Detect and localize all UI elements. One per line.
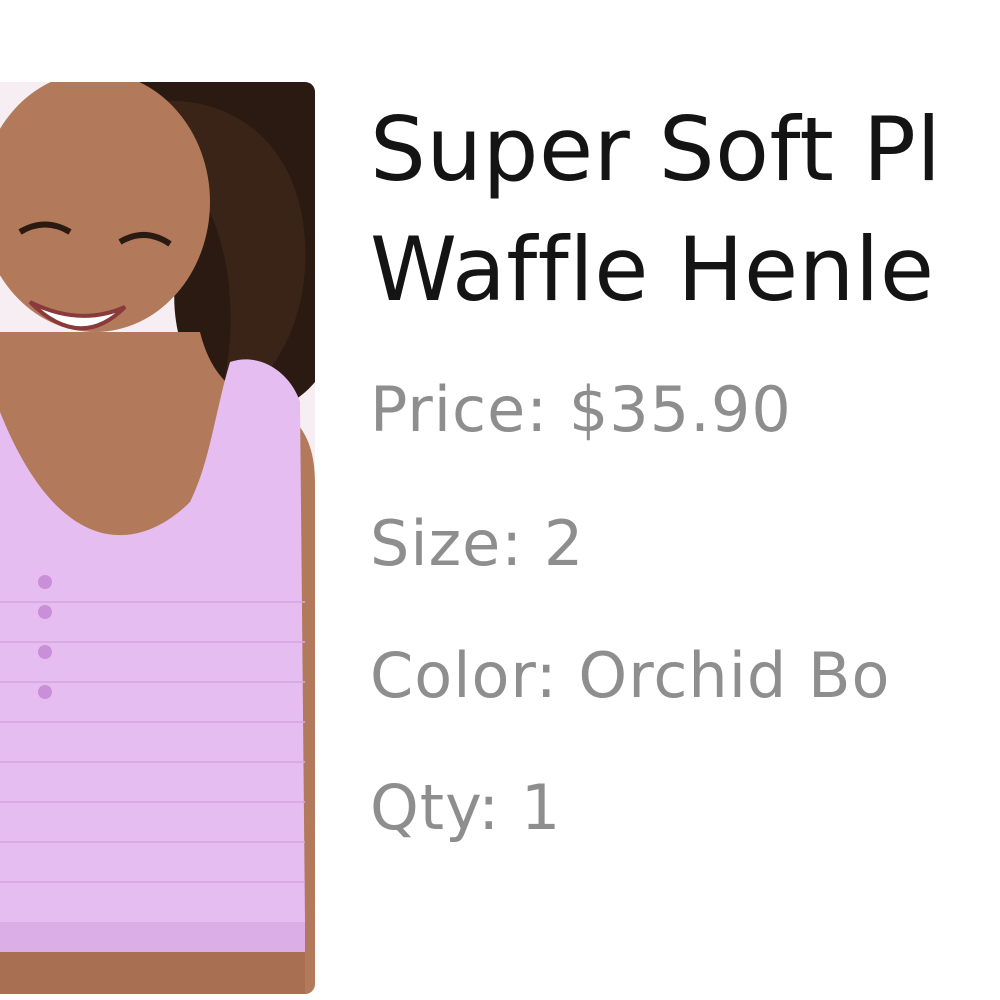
product-details: Super Soft Pl Waffle Henle [370, 90, 1000, 330]
qty-row: Qty: 1 [370, 768, 561, 848]
product-image[interactable] [0, 82, 315, 994]
product-photo-icon [0, 82, 315, 994]
product-title-line-2[interactable]: Waffle Henle [370, 210, 1000, 330]
size-label: Size: [370, 507, 544, 580]
qty-value: 1 [520, 771, 562, 844]
color-row: Color: Orchid Bo [370, 636, 890, 716]
qty-label: Qty: [370, 771, 521, 844]
size-row: Size: 2 [370, 504, 584, 584]
product-title-line-1[interactable]: Super Soft Pl [370, 90, 1000, 210]
size-value: 2 [543, 507, 585, 580]
price-value: $35.90 [568, 373, 792, 446]
color-label: Color: [370, 639, 579, 712]
order-item-card: Super Soft Pl Waffle Henle Price: $35.90… [0, 0, 1000, 1000]
price-row: Price: $35.90 [370, 370, 792, 450]
price-label: Price: [370, 373, 569, 446]
color-value: Orchid Bo [578, 639, 891, 712]
